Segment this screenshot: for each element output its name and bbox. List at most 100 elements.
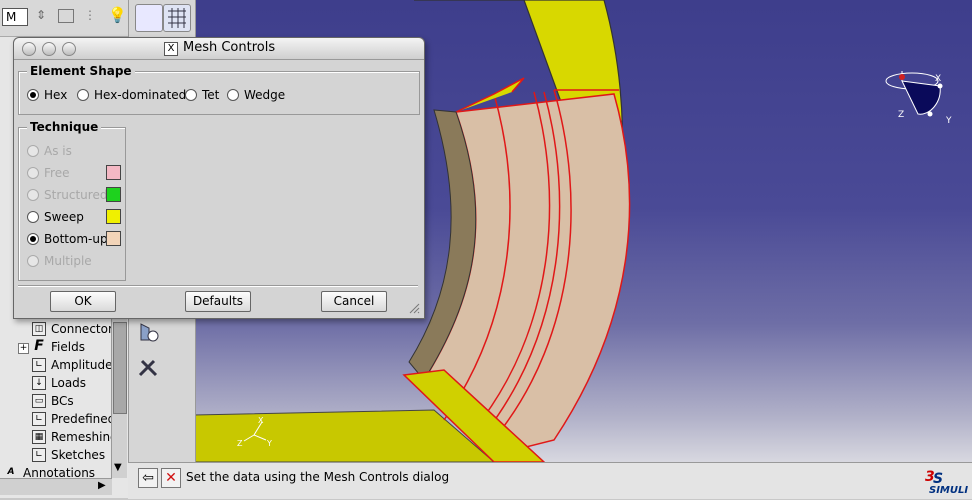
model-combo[interactable]: M xyxy=(2,8,28,26)
structured-color-swatch xyxy=(106,187,121,202)
tree-item-sketches[interactable]: ∟ Sketches xyxy=(32,446,105,464)
window-close-button[interactable] xyxy=(22,42,36,56)
radio-label: Multiple xyxy=(44,254,92,268)
radio-dot xyxy=(27,189,39,201)
radio-tet[interactable]: Tet xyxy=(185,88,219,102)
radio-dot xyxy=(27,167,39,179)
free-color-swatch xyxy=(106,165,121,180)
window-maximize-button[interactable] xyxy=(62,42,76,56)
amplitudes-icon: ∟ xyxy=(32,358,46,372)
mesh-controls-dialog: X Mesh Controls Element Shape Hex Hex-dom… xyxy=(13,37,425,319)
bottom-up-color-swatch xyxy=(106,231,121,246)
tree-item-loads[interactable]: ↓ Loads xyxy=(32,374,86,392)
tree-item-label: Fields xyxy=(51,340,85,354)
simulia-logo: 3S SIMULI xyxy=(923,465,969,497)
triad-x-label: X xyxy=(935,74,942,84)
element-shape-title: Element Shape xyxy=(27,64,135,78)
predefined-fields-icon: ∟ xyxy=(32,412,46,426)
ok-button[interactable]: OK xyxy=(50,291,116,312)
radio-dot xyxy=(27,89,39,101)
loads-icon: ↓ xyxy=(32,376,46,390)
tree-item-bcs[interactable]: ▭ BCs xyxy=(32,392,74,410)
lightbulb-icon[interactable]: 💡 xyxy=(108,6,127,24)
triad-y-label: Y xyxy=(946,116,952,126)
dialog-titlebar[interactable]: X Mesh Controls xyxy=(14,38,424,60)
radio-as-is[interactable]: As is xyxy=(27,144,72,158)
tree-toolbar: M ⇕ ⋮ 💡 xyxy=(0,0,128,37)
back-arrow-icon: ⇦ xyxy=(142,470,154,486)
radio-bottom-up[interactable]: Bottom-up xyxy=(27,232,108,246)
radio-structured[interactable]: Structured xyxy=(27,188,107,202)
tree-item-label: Amplitudes xyxy=(51,358,119,372)
prompt-cancel-button[interactable]: ✕ xyxy=(161,468,181,488)
radio-dot xyxy=(27,233,39,245)
tree-item-remeshing[interactable]: ▦ Remeshing xyxy=(32,428,118,446)
radio-hex-dominated[interactable]: Hex-dominated xyxy=(77,88,186,102)
remeshing-icon: ▦ xyxy=(32,430,46,444)
radio-dot xyxy=(77,89,89,101)
radio-dot xyxy=(227,89,239,101)
technique-group: Technique As is Free Structured Sweep Bo… xyxy=(18,120,126,281)
prompt-back-button[interactable]: ⇦ xyxy=(138,468,158,488)
radio-dot xyxy=(185,89,197,101)
cancel-button[interactable]: Cancel xyxy=(321,291,387,312)
model-combo-value: M xyxy=(6,10,17,24)
connector-icon: ◫ xyxy=(32,322,46,336)
close-icon: ✕ xyxy=(165,470,177,486)
tree-item-amplitudes[interactable]: ∟ Amplitudes xyxy=(32,356,119,374)
mesh-grid-icon[interactable] xyxy=(163,4,191,32)
tree-item-label: Connector xyxy=(51,322,113,336)
tree-vertical-scrollbar[interactable]: ▼ xyxy=(111,318,127,478)
window-minimize-button[interactable] xyxy=(42,42,56,56)
fields-icon: F xyxy=(34,338,44,354)
radio-wedge[interactable]: Wedge xyxy=(227,88,285,102)
radio-hex[interactable]: Hex xyxy=(27,88,67,102)
tree-item-label: Sketches xyxy=(51,448,106,462)
defaults-button[interactable]: Defaults xyxy=(185,291,251,312)
mini-triad-y-label: Y xyxy=(266,439,272,448)
radio-label: Sweep xyxy=(44,210,84,224)
radio-label: Wedge xyxy=(244,88,286,102)
radio-label: Free xyxy=(44,166,70,180)
element-shape-group: Element Shape Hex Hex-dominated Tet Wedg… xyxy=(18,64,420,115)
radio-dot xyxy=(27,211,39,223)
expand-fields-icon[interactable]: + xyxy=(18,343,29,354)
triad-z-label: Z xyxy=(898,110,905,120)
tree-item-label: Predefined xyxy=(51,412,116,426)
radio-dot xyxy=(27,255,39,267)
dialog-title: Mesh Controls xyxy=(183,40,276,55)
prompt-area: ⇦ ✕ Set the data using the Mesh Controls… xyxy=(128,462,972,499)
up-down-arrows-icon[interactable]: ⇕ xyxy=(36,8,46,22)
radio-label: As is xyxy=(44,144,72,158)
tree-item-label: Remeshing xyxy=(51,430,118,444)
seed-part-icon[interactable] xyxy=(135,4,163,32)
mini-triad-x-label: X xyxy=(258,416,264,425)
tree-item-predefined[interactable]: ∟ Predefined xyxy=(32,410,115,428)
sketches-icon: ∟ xyxy=(32,448,46,462)
radio-label: Tet xyxy=(202,88,220,102)
scroll-thumb[interactable] xyxy=(113,322,127,414)
radio-multiple[interactable]: Multiple xyxy=(27,254,92,268)
radio-free[interactable]: Free xyxy=(27,166,69,180)
resize-grip-icon[interactable] xyxy=(408,302,420,314)
tree-item-connector[interactable]: ◫ Connector xyxy=(32,320,113,338)
tree-item-fields[interactable]: F Fields xyxy=(32,338,85,356)
radio-label: Bottom-up xyxy=(44,232,108,246)
dialog-title-row: X Mesh Controls xyxy=(164,40,275,56)
mini-triad-z-label: Z xyxy=(237,439,243,448)
tools-wrench-icon[interactable] xyxy=(135,354,161,380)
radio-dot xyxy=(27,145,39,157)
radio-label: Hex xyxy=(44,88,68,102)
radio-sweep[interactable]: Sweep xyxy=(27,210,84,224)
assign-element-type-icon[interactable] xyxy=(135,318,161,344)
tree-item-label: BCs xyxy=(51,394,74,408)
scroll-right-arrow-icon[interactable]: ▶ xyxy=(98,480,106,491)
technique-title: Technique xyxy=(27,120,102,134)
dialog-separator xyxy=(18,285,418,287)
folder-icon[interactable] xyxy=(58,9,74,23)
scroll-down-arrow-icon[interactable]: ▼ xyxy=(114,462,122,473)
prompt-text: Set the data using the Mesh Controls dia… xyxy=(186,470,450,484)
tree-filter-icon[interactable]: ⋮ xyxy=(84,8,96,22)
tree-item-label: Loads xyxy=(51,376,87,390)
tree-horizontal-scrollbar[interactable]: ▶ xyxy=(0,478,112,495)
